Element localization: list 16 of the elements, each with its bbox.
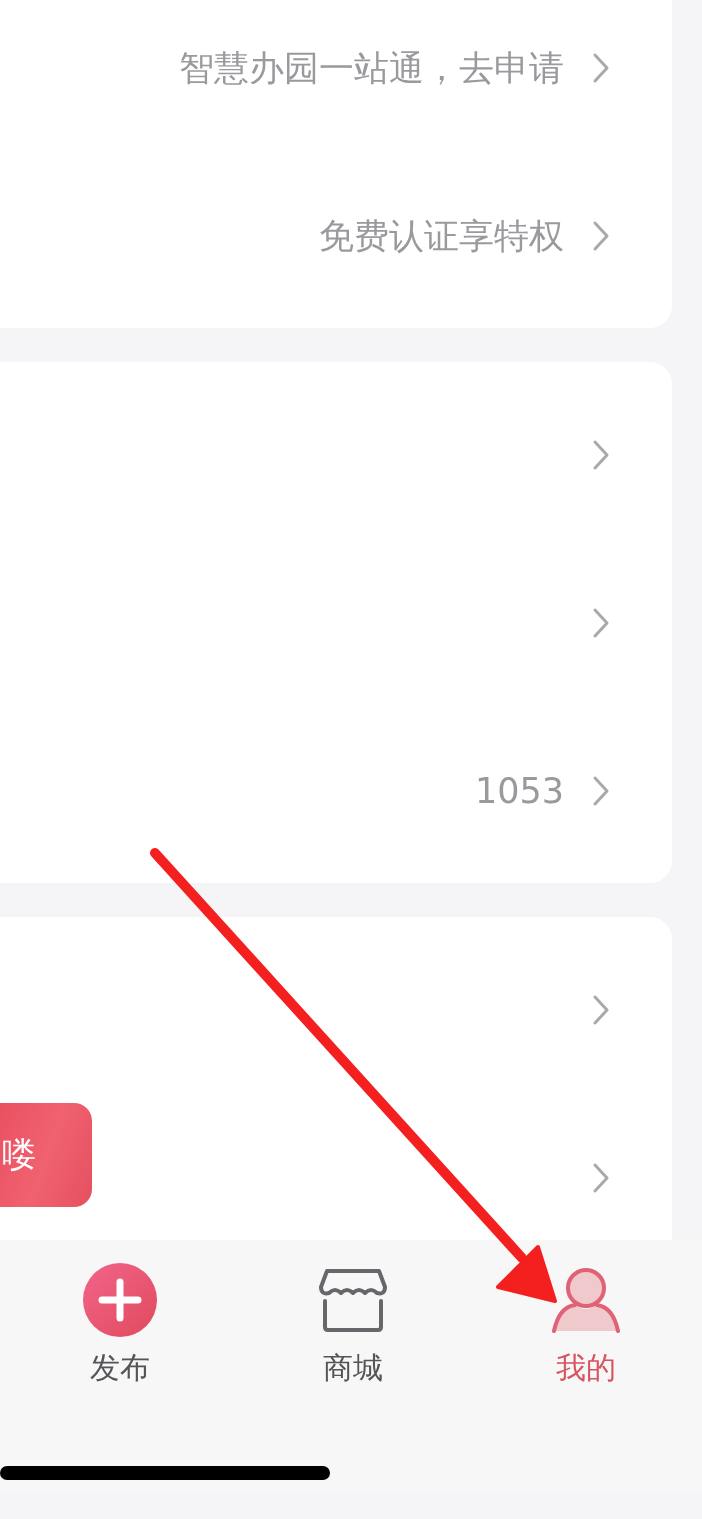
- tab-item[interactable]: 我的: [469, 1260, 702, 1389]
- tab-item[interactable]: 商城: [236, 1260, 469, 1389]
- tab-item[interactable]: 发布: [3, 1260, 236, 1389]
- chevron-icon: [592, 994, 610, 1026]
- row-value: 1053: [474, 771, 564, 811]
- chevron-icon: [592, 52, 610, 84]
- chevron-icon: [592, 439, 610, 471]
- row-value: 智慧办园一站通，去申请: [179, 46, 564, 90]
- chevron-icon: [592, 220, 610, 252]
- chevron-icon: [592, 1162, 610, 1194]
- shop-icon: [318, 1267, 387, 1333]
- chevron-icon: [592, 607, 610, 639]
- row-value: 免费认证享特权: [319, 214, 564, 258]
- plus-icon: [81, 1262, 158, 1338]
- chevron-icon: [592, 775, 610, 807]
- person-icon: [550, 1267, 621, 1333]
